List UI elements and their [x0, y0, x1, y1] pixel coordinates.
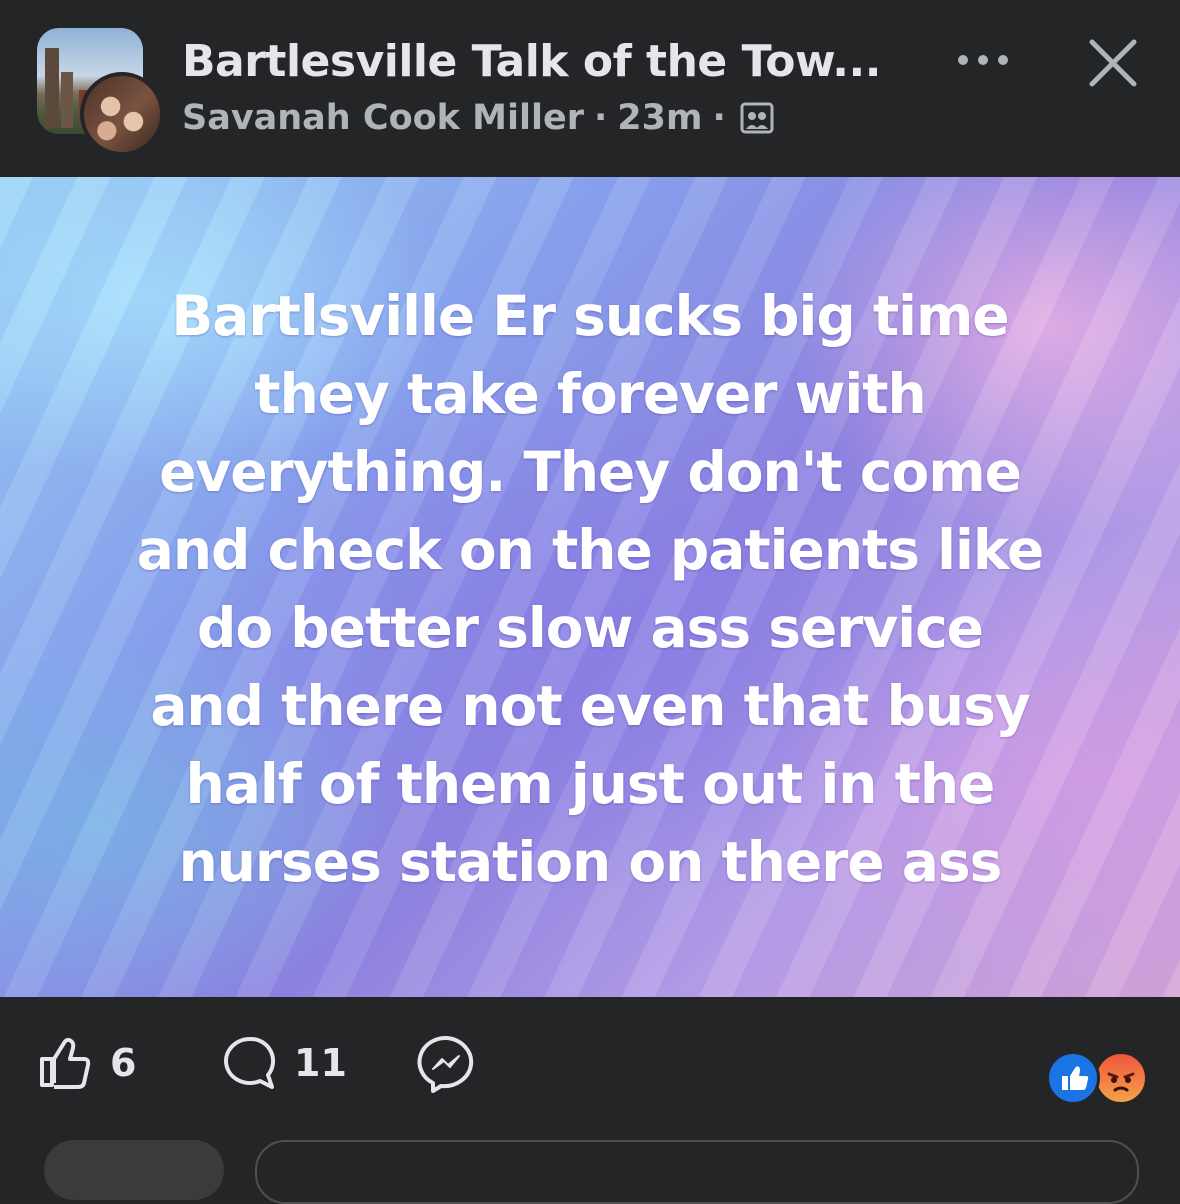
post-text-line: and check on the patients like	[136, 518, 1045, 582]
author-avatar[interactable]	[80, 72, 164, 156]
meta-separator: ·	[593, 98, 608, 138]
post-text-line: and there not even that busy	[150, 674, 1030, 738]
like-count: 6	[110, 1041, 137, 1085]
post-text-line: everything. They don't come	[159, 440, 1022, 504]
members-only-icon	[740, 102, 774, 134]
post-text-line: Bartlsville Er sucks big time	[171, 284, 1009, 348]
post-meta: Savanah Cook Miller · 23m ·	[182, 98, 774, 138]
post-text-line: nurses station on there ass	[178, 830, 1003, 894]
post-header: Bartlesville Talk of the Tow... Savanah …	[0, 0, 1180, 176]
messenger-share-button[interactable]	[416, 1033, 478, 1095]
avatar-building-shape	[61, 72, 73, 128]
post-text-line: they take forever with	[254, 362, 926, 426]
comment-input-field[interactable]	[255, 1140, 1139, 1204]
avatar-building-shape	[45, 48, 59, 128]
comment-icon	[224, 1036, 276, 1089]
messenger-icon	[417, 1035, 474, 1093]
meta-separator: ·	[712, 98, 726, 138]
post-text: Bartlsville Er sucks big time they take …	[70, 277, 1110, 901]
post-text-line: do better slow ass service	[197, 596, 984, 660]
close-icon[interactable]	[1084, 34, 1142, 92]
thumbs-up-icon	[40, 1037, 91, 1089]
more-options-icon[interactable]	[955, 45, 1011, 75]
author-name[interactable]: Savanah Cook Miller	[182, 98, 584, 138]
reaction-summary[interactable]	[1046, 1051, 1148, 1105]
post-text-line: half of them just out in the	[185, 752, 996, 816]
comment-count: 11	[294, 1041, 347, 1085]
comment-button[interactable]: 11	[220, 1033, 347, 1093]
like-button[interactable]: 6	[36, 1033, 136, 1093]
post-time[interactable]: 23m	[617, 98, 702, 138]
action-bar: 6 11	[0, 997, 1180, 1164]
like-reaction-icon	[1046, 1051, 1100, 1105]
post-background: Bartlsville Er sucks big time they take …	[0, 177, 1180, 997]
group-name[interactable]: Bartlesville Talk of the Tow...	[182, 36, 881, 87]
angry-reaction-icon	[1094, 1051, 1148, 1105]
bottom-avatar-pill[interactable]	[44, 1140, 224, 1200]
